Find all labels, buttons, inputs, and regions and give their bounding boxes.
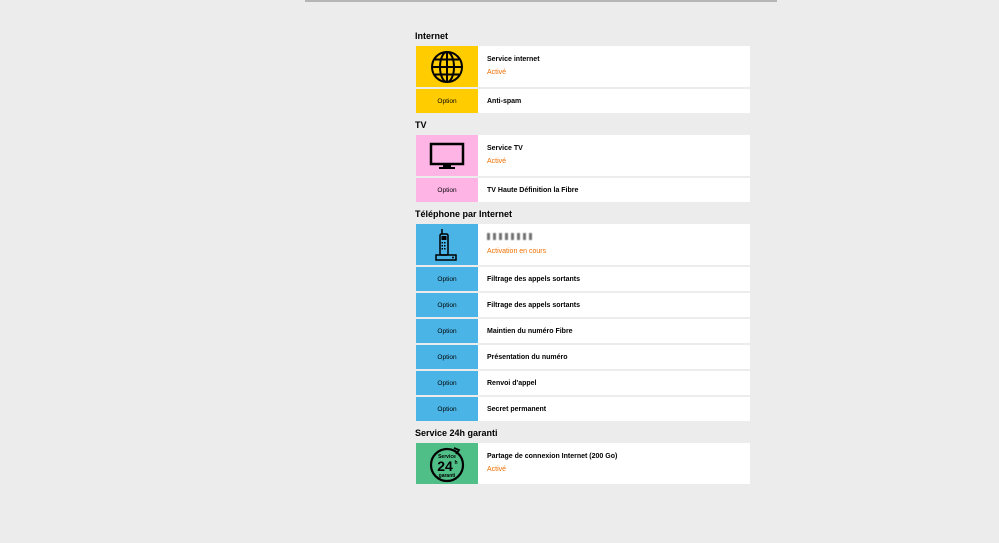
- section-title-internet: Internet: [415, 31, 449, 41]
- option-label: Option: [437, 275, 457, 283]
- service-name-redacted: [487, 232, 750, 244]
- tv-icon: [429, 142, 465, 169]
- globe-icon: [431, 50, 463, 83]
- option-label: Option: [437, 186, 457, 194]
- option-name: Filtrage des appels sortants: [487, 275, 580, 283]
- option-name: TV Haute Définition la Fibre: [487, 186, 579, 194]
- top-divider: [305, 0, 777, 2]
- phone-icon: [435, 228, 457, 261]
- option-name: Maintien du numéro Fibre: [487, 327, 573, 335]
- option-badge: Option: [416, 178, 478, 202]
- service-name: Partage de connexion Internet (200 Go): [487, 453, 618, 460]
- service-24h-icon-sup: h: [454, 460, 457, 466]
- option-label: Option: [437, 327, 457, 335]
- option-name: Renvoi d'appel: [487, 379, 537, 387]
- option-label: Option: [437, 379, 457, 387]
- service-24h-icon-number: 24: [437, 458, 453, 474]
- service-row-tv[interactable]: Service TV Activé: [416, 135, 750, 176]
- option-badge: Option: [416, 293, 478, 317]
- redacted-number: [487, 232, 533, 240]
- option-label: Option: [437, 353, 457, 361]
- service-info: Activation en cours: [478, 224, 750, 265]
- option-badge: Option: [416, 397, 478, 421]
- service-icon-box: [416, 135, 478, 176]
- option-row[interactable]: Option Maintien du numéro Fibre: [416, 319, 750, 343]
- service-status: Activé: [487, 158, 507, 165]
- option-badge: Option: [416, 345, 478, 369]
- option-badge: Option: [416, 267, 478, 291]
- option-row[interactable]: Option Renvoi d'appel: [416, 371, 750, 395]
- option-name: Présentation du numéro: [487, 353, 568, 361]
- option-row[interactable]: Option TV Haute Définition la Fibre: [416, 178, 750, 202]
- option-row[interactable]: Option Secret permanent: [416, 397, 750, 421]
- option-row[interactable]: Option Anti-spam: [416, 89, 750, 113]
- service-row-24h[interactable]: Service 24 h garanti Partage de connexio…: [416, 443, 750, 484]
- section-title-service-24h: Service 24h garanti: [415, 428, 498, 438]
- service-row-internet[interactable]: Service internet Activé: [416, 46, 750, 87]
- service-row-telephone[interactable]: Activation en cours: [416, 224, 750, 265]
- service-status: Activation en cours: [487, 247, 547, 255]
- service-icon-box: Service 24 h garanti: [416, 443, 478, 484]
- services-list: Internet Service internet Activé Option …: [415, 24, 750, 486]
- service-name: Service internet: [487, 56, 540, 63]
- option-row[interactable]: Option Filtrage des appels sortants: [416, 293, 750, 317]
- option-label: Option: [437, 97, 457, 105]
- option-name: Filtrage des appels sortants: [487, 301, 580, 309]
- service-info: Service internet Activé: [478, 46, 750, 87]
- option-name: Anti-spam: [487, 97, 522, 105]
- option-name: Secret permanent: [487, 405, 547, 413]
- service-info: Service TV Activé: [478, 135, 750, 176]
- service-icon-box: [416, 224, 478, 265]
- option-badge: Option: [416, 89, 478, 113]
- option-badge: Option: [416, 319, 478, 343]
- option-row[interactable]: Option Filtrage des appels sortants: [416, 267, 750, 291]
- option-label: Option: [437, 405, 457, 413]
- service-status: Activé: [487, 69, 507, 76]
- service-info: Partage de connexion Internet (200 Go) A…: [478, 443, 750, 484]
- section-title-tv: TV: [415, 120, 427, 130]
- section-title-telephone: Téléphone par Internet: [415, 209, 513, 219]
- service-status: Activé: [487, 466, 507, 473]
- service-name: Service TV: [487, 145, 523, 152]
- option-row[interactable]: Option Présentation du numéro: [416, 345, 750, 369]
- service-icon-box: [416, 46, 478, 87]
- service-24h-icon: Service 24 h garanti: [429, 446, 465, 482]
- service-24h-icon-bottom: garanti: [439, 473, 456, 479]
- option-badge: Option: [416, 371, 478, 395]
- option-label: Option: [437, 301, 457, 309]
